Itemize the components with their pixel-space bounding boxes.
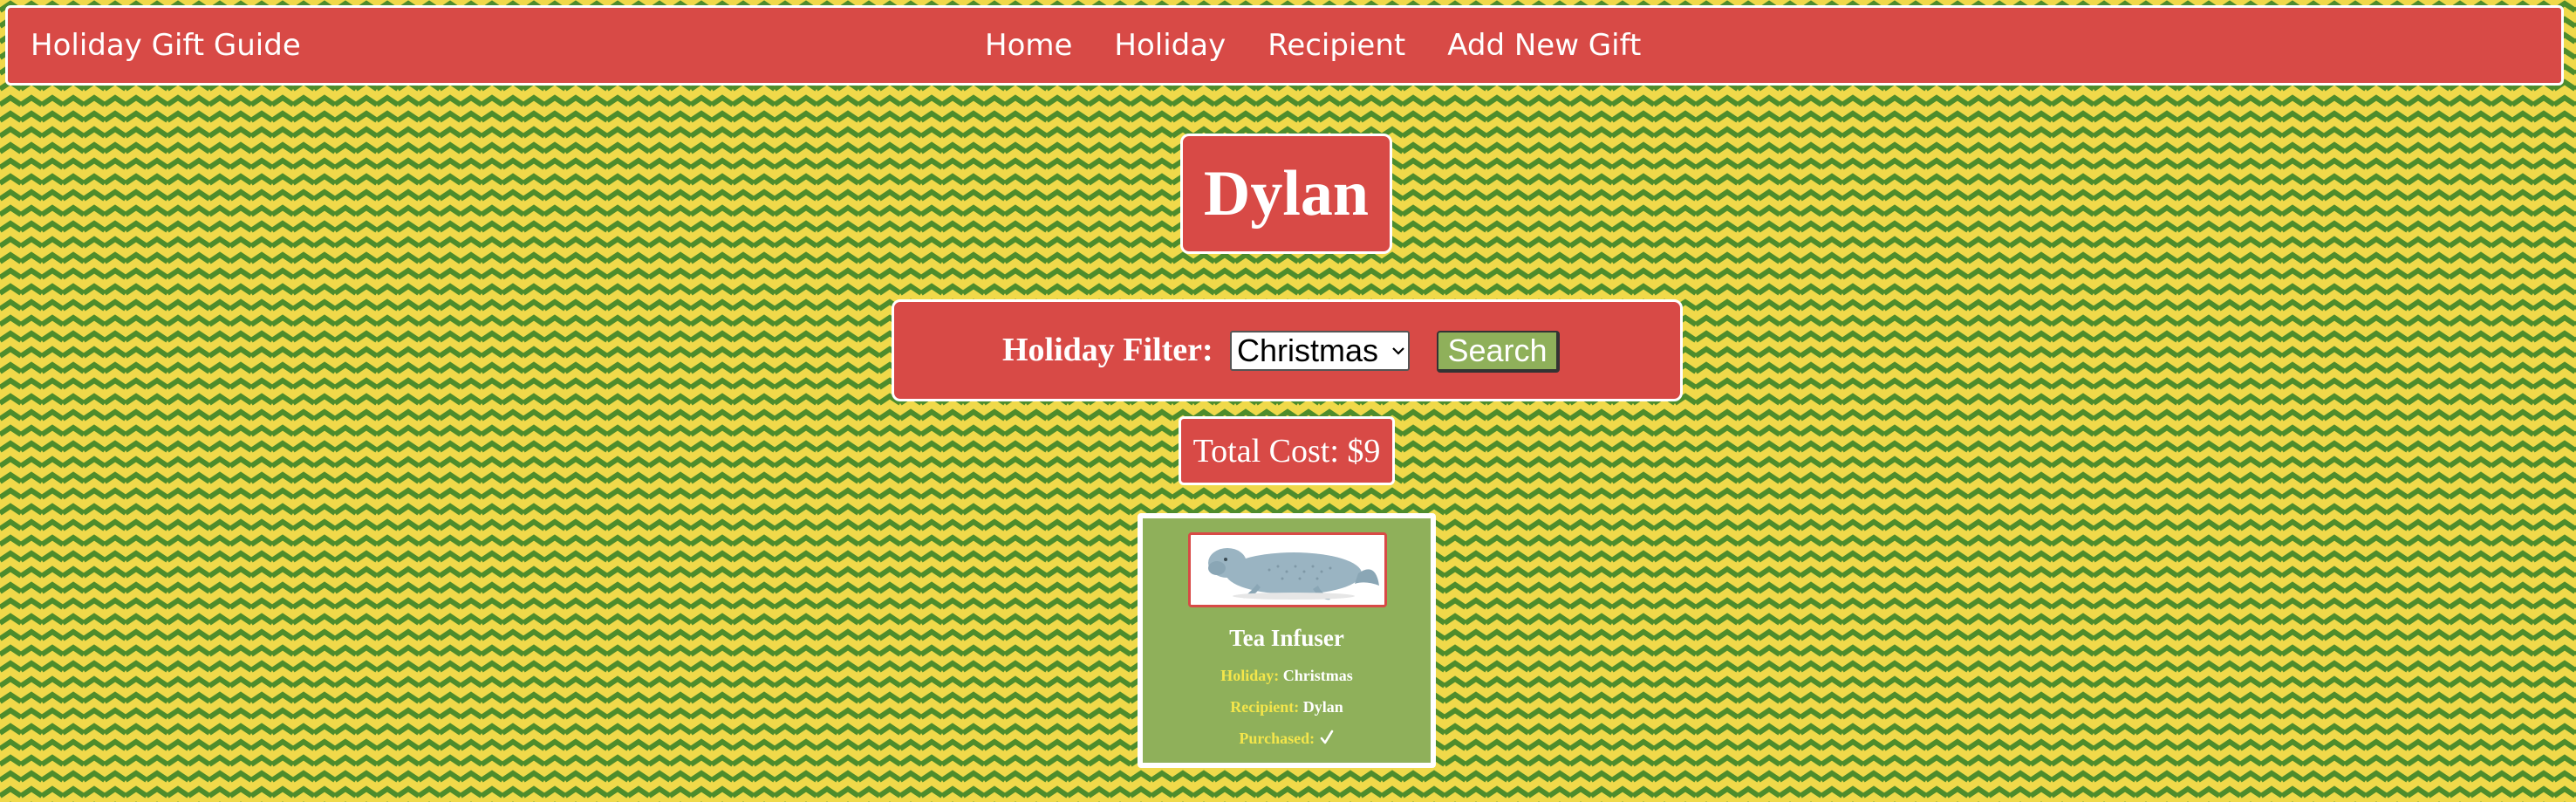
gift-holiday-label: Holiday: (1220, 667, 1280, 684)
nav-link-add-new-gift[interactable]: Add New Gift (1447, 28, 1641, 63)
top-navbar: Holiday Gift Guide Home Holiday Recipien… (5, 5, 2564, 86)
nav-link-recipient[interactable]: Recipient (1268, 28, 1405, 63)
gift-recipient-value: Dylan (1302, 698, 1343, 716)
holiday-filter-label: Holiday Filter: (1002, 332, 1213, 368)
page-title: Dylan (1203, 157, 1370, 230)
page-title-box: Dylan (1180, 134, 1392, 254)
check-icon (1319, 730, 1335, 750)
total-cost-label: Total Cost: $9 (1192, 432, 1381, 470)
gift-recipient-row: Recipient: Dylan (1143, 698, 1431, 716)
gift-image (1188, 532, 1387, 607)
nav-link-home[interactable]: Home (985, 28, 1072, 63)
total-cost-box: Total Cost: $9 (1179, 416, 1395, 485)
holiday-filter-selected-value: Christmas (1237, 332, 1379, 368)
nav-link-holiday[interactable]: Holiday (1114, 28, 1226, 63)
chevron-down-icon (1389, 331, 1408, 371)
nav-links: Home Holiday Recipient Add New Gift (985, 8, 1641, 83)
holiday-filter-form: Holiday Filter: Christmas Search (892, 299, 1683, 401)
brand-link[interactable]: Holiday Gift Guide (31, 8, 301, 83)
search-button[interactable]: Search (1437, 331, 1560, 373)
gift-name: Tea Infuser (1229, 625, 1344, 651)
gift-holiday-value: Christmas (1282, 667, 1353, 684)
holiday-filter-select[interactable]: Christmas (1230, 331, 1410, 371)
gift-purchased-label: Purchased: (1239, 730, 1315, 747)
gift-recipient-label: Recipient: (1230, 698, 1300, 716)
gift-holiday-row: Holiday: Christmas (1143, 667, 1431, 685)
manatee-tea-infuser-icon (1191, 535, 1384, 605)
gift-purchased-row: Purchased: (1143, 730, 1431, 750)
gift-card[interactable]: Tea Infuser Holiday: Christmas Recipient… (1138, 513, 1436, 768)
